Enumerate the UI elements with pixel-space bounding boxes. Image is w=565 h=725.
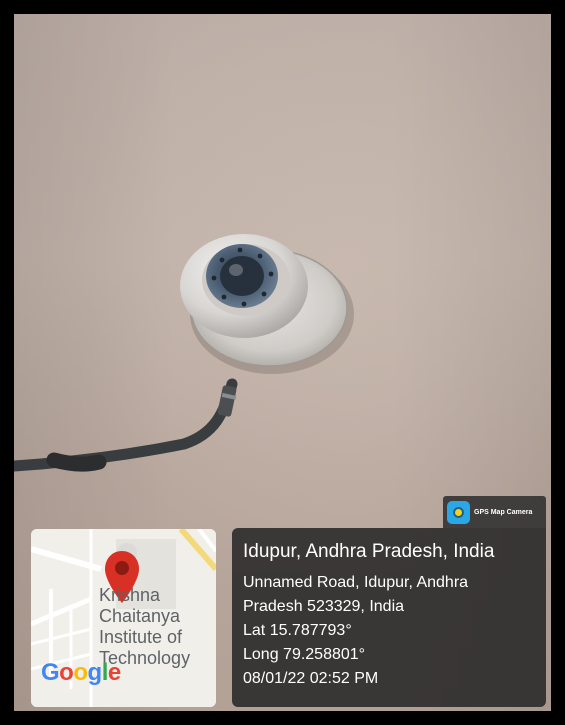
app-name: GPS Map Camera bbox=[474, 508, 533, 516]
gps-map-camera-icon bbox=[447, 500, 470, 524]
map-place-label: Krishna Chaitanya Institute of Technolog… bbox=[99, 585, 216, 669]
app-badge: GPS Map Camera bbox=[443, 496, 546, 528]
longitude-text: Long 79.258801° bbox=[243, 646, 366, 663]
latitude-text: Lat 15.787793° bbox=[243, 622, 352, 639]
address-line-1: Unnamed Road, Idupur, Andhra bbox=[243, 574, 469, 591]
datetime-text: 08/01/22 02:52 PM bbox=[243, 670, 379, 687]
place-line-2: Chaitanya bbox=[99, 606, 181, 626]
place-line-3: Institute of bbox=[99, 627, 183, 647]
location-info-panel: Idupur, Andhra Pradesh, India Unnamed Ro… bbox=[232, 528, 546, 707]
google-logo: Google bbox=[41, 659, 121, 686]
place-line-1: Krishna bbox=[99, 585, 161, 605]
address-line-2: Pradesh 523329, India bbox=[243, 598, 405, 615]
map-thumbnail[interactable]: Krishna Chaitanya Institute of Technolog… bbox=[31, 529, 216, 707]
location-title: Idupur, Andhra Pradesh, India bbox=[243, 541, 495, 562]
